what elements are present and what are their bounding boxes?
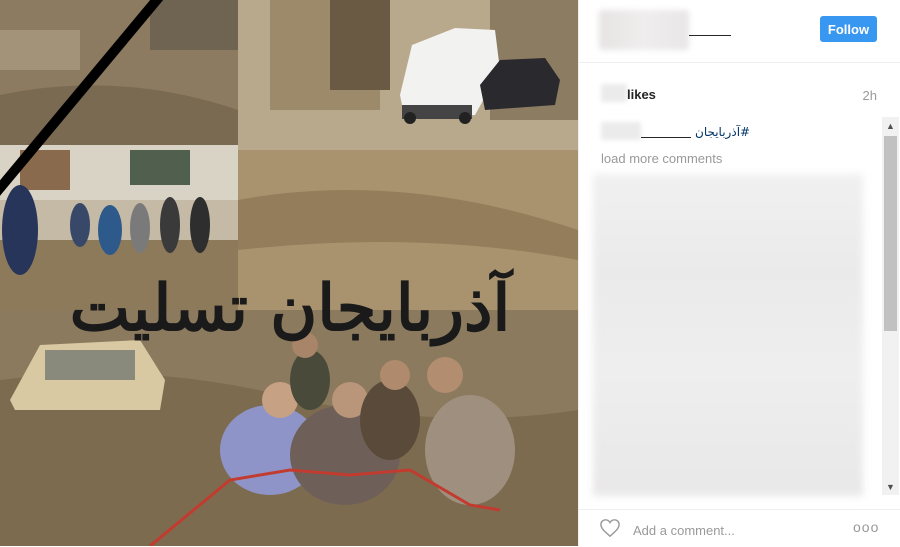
- redacted-like-count: [601, 84, 627, 102]
- post-header: Follow: [579, 0, 900, 63]
- post-timestamp[interactable]: 2h: [863, 88, 877, 103]
- follow-button[interactable]: Follow: [820, 16, 877, 42]
- more-options-icon[interactable]: ooo: [853, 519, 879, 535]
- comments-scrollbar[interactable]: ▲ ▼: [882, 117, 899, 495]
- post-image[interactable]: آذربایجان تسلیت: [0, 0, 578, 546]
- comment-bar: ooo: [579, 509, 900, 547]
- username-underline: [689, 35, 731, 36]
- redacted-username[interactable]: [599, 10, 689, 50]
- heart-outline-icon[interactable]: [599, 518, 621, 538]
- hashtag-link[interactable]: آذربایجان#: [695, 125, 750, 139]
- chevron-down-icon[interactable]: ▼: [882, 478, 899, 495]
- caption-row: آذربایجان#: [599, 122, 879, 142]
- redacted-caption-author[interactable]: [601, 122, 641, 140]
- image-caption-text: آذربایجان تسلیت: [70, 267, 515, 347]
- likes-label[interactable]: likes: [627, 87, 656, 102]
- comment-input[interactable]: [631, 518, 835, 542]
- redacted-comments-area: [593, 174, 863, 496]
- post-image-collage: آذربایجان تسلیت: [0, 0, 578, 546]
- likes-row: likes 2h: [599, 84, 879, 104]
- chevron-up-icon[interactable]: ▲: [882, 117, 899, 134]
- load-more-comments-link[interactable]: load more comments: [601, 151, 722, 166]
- caption-author-underline: [641, 137, 691, 138]
- post-sidebar: Follow likes 2h آذربایجان# load more com…: [578, 0, 900, 546]
- scrollbar-thumb[interactable]: [884, 136, 897, 331]
